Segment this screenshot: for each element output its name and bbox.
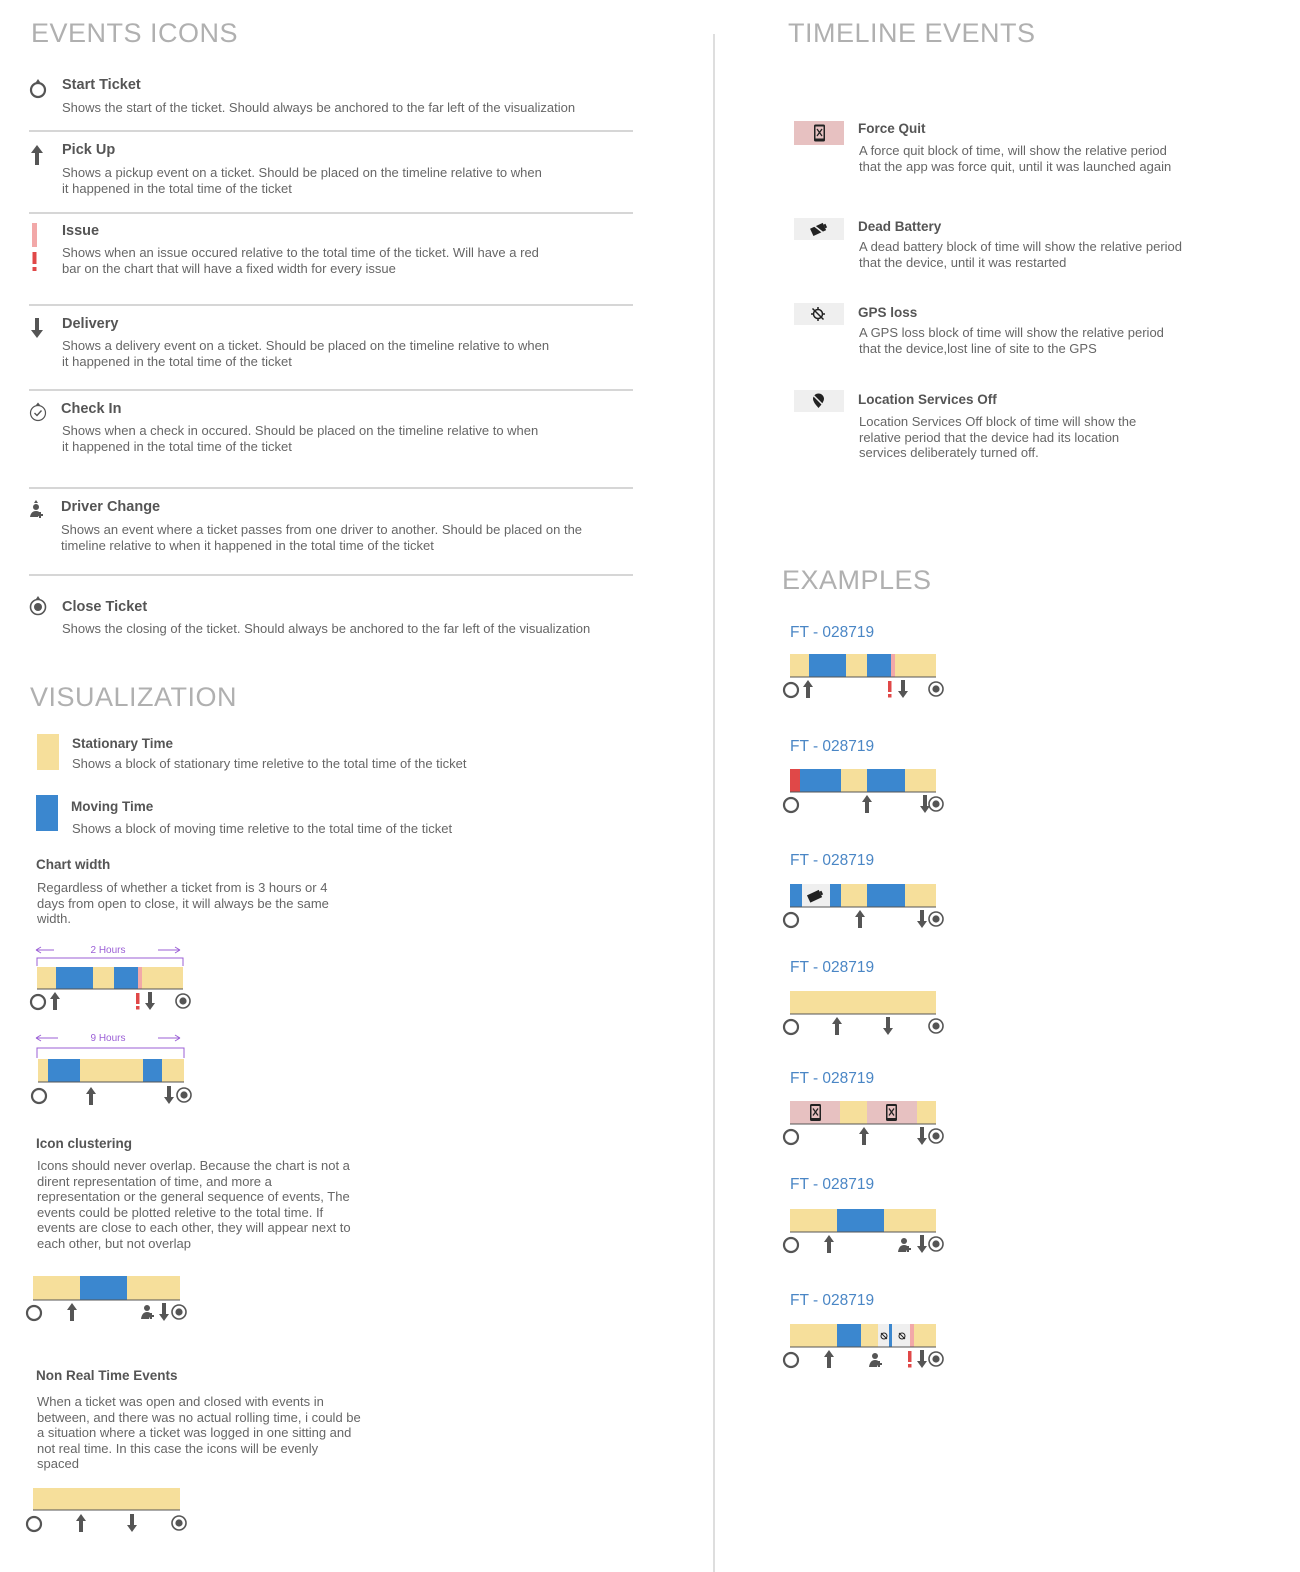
example-chart-4: [782, 991, 944, 1036]
location-off-icon: [812, 393, 825, 408]
event-desc: Shows when an issue occured relative to …: [62, 245, 539, 276]
event-title: Close Ticket: [62, 599, 148, 615]
example-label: FT - 028719: [790, 624, 875, 641]
force-quit-swatch: [794, 121, 844, 145]
column-divider: [713, 34, 715, 1572]
stationary-swatch: [37, 734, 59, 770]
event-title: Issue: [62, 223, 100, 239]
example-chart-5: [782, 1101, 944, 1146]
chart-width-example-9h: 9 Hours: [30, 1033, 192, 1105]
stationary-desc: Shows a block of stationary time reletiv…: [72, 756, 467, 771]
event-desc: Shows a pickup event on a ticket. Should…: [62, 165, 542, 196]
event-desc: Shows a delivery event on a ticket. Shou…: [62, 338, 550, 369]
chart-width-example-2h: 2 Hours: [29, 945, 191, 1011]
moving-desc: Shows a block of moving time reletive to…: [72, 821, 453, 836]
timeline-events-heading: TIMELINE EVENTS: [788, 18, 1036, 48]
example-label: FT - 028719: [790, 852, 875, 869]
timeline-event-desc: A GPS loss block of time will show the r…: [859, 325, 1164, 356]
divider: [29, 487, 633, 489]
timeline-event-desc: Location Services Off block of time will…: [859, 414, 1137, 460]
arrow-up-icon: [31, 145, 43, 165]
close-circle-icon: [29, 596, 47, 616]
icon-clustering-desc: Icons should never overlap. Because the …: [37, 1158, 351, 1251]
driver-change-icon: [30, 500, 43, 518]
phone-x-icon: [886, 1104, 897, 1121]
phone-x-icon: [814, 124, 825, 142]
icon-clustering-title: Icon clustering: [36, 1136, 133, 1151]
non-real-time-example: [25, 1488, 187, 1533]
moving-swatch: [36, 795, 58, 831]
check-circle-icon: [29, 402, 47, 422]
example-label: FT - 028719: [790, 1070, 875, 1087]
event-title: Pick Up: [62, 142, 116, 158]
dead-battery-icon: [810, 222, 828, 236]
event-title: Start Ticket: [62, 77, 141, 93]
example-chart-2: [782, 769, 944, 814]
timeline-event-title: GPS loss: [858, 305, 918, 320]
event-title: Driver Change: [61, 499, 161, 515]
stationary-title: Stationary Time: [72, 736, 174, 751]
duration-label: 9 Hours: [90, 1033, 125, 1044]
divider: [29, 574, 633, 576]
example-chart-3: [782, 884, 944, 929]
chart-width-title: Chart width: [36, 857, 111, 872]
visualization-heading: VISUALIZATION: [30, 682, 238, 712]
non-real-time-title: Non Real Time Events: [36, 1368, 178, 1383]
example-chart-7: [782, 1324, 944, 1369]
example-chart-1: [782, 654, 944, 699]
duration-label: 2 Hours: [90, 945, 125, 956]
event-desc: Shows when a check in occured. Should be…: [62, 423, 539, 454]
start-circle-icon: [29, 79, 47, 99]
phone-x-icon: [810, 1104, 821, 1121]
timeline-event-title: Location Services Off: [858, 392, 997, 407]
events-icons-heading: EVENTS ICONS: [31, 18, 239, 48]
examples-heading: EXAMPLES: [782, 565, 932, 595]
example-label: FT - 028719: [790, 738, 875, 755]
event-title: Delivery: [62, 316, 119, 332]
timeline-event-title: Force Quit: [858, 121, 926, 136]
divider: [29, 304, 633, 306]
divider: [29, 389, 633, 391]
non-real-time-desc: When a ticket was open and closed with e…: [37, 1394, 361, 1471]
event-desc: Shows an event where a ticket passes fro…: [61, 522, 583, 553]
moving-title: Moving Time: [71, 799, 154, 814]
example-label: FT - 028719: [790, 959, 875, 976]
event-desc: Shows the closing of the ticket. Should …: [62, 621, 591, 636]
gps-off-icon: [811, 307, 825, 321]
example-label: FT - 028719: [790, 1176, 875, 1193]
timeline-event-desc: A force quit block of time, will show th…: [859, 143, 1172, 174]
gps-loss-swatch: [794, 303, 844, 325]
timeline-event-title: Dead Battery: [858, 219, 942, 234]
divider: [29, 130, 633, 132]
example-label: FT - 028719: [790, 1292, 875, 1309]
arrow-down-icon: [31, 318, 43, 338]
event-desc: Shows the start of the ticket. Should al…: [62, 100, 576, 115]
location-off-swatch: [794, 390, 844, 412]
timeline-event-desc: A dead battery block of time will show t…: [859, 239, 1183, 270]
issue-exclamation-icon: [32, 223, 37, 271]
event-title: Check In: [61, 401, 122, 417]
chart-width-desc: Regardless of whether a ticket from is 3…: [37, 880, 329, 926]
dead-battery-swatch: [794, 218, 844, 240]
example-chart-6: [782, 1209, 944, 1254]
icon-clustering-example: [25, 1276, 187, 1322]
divider: [29, 212, 633, 214]
